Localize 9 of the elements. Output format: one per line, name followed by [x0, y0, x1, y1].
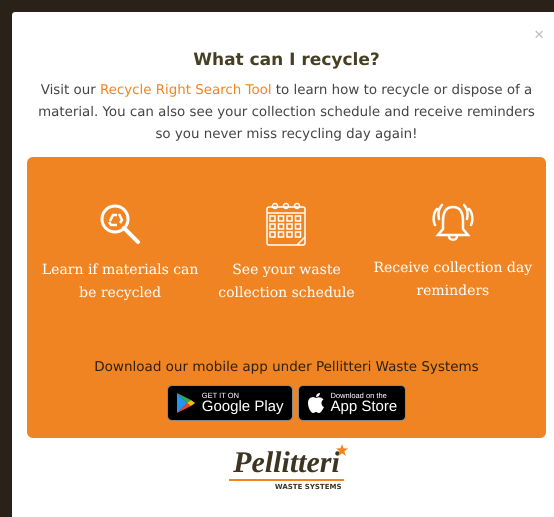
modal-title: What can I recycle? — [192, 50, 381, 70]
apple-icon — [306, 392, 324, 414]
download-text: Download our mobile app under Pellitteri Waste Systems — [94, 359, 479, 375]
play-triangle-icon — [176, 392, 196, 414]
feature-label: Receive collection day reminders — [372, 259, 533, 301]
intro-paragraph: Visit our Recycle Right Search Tool to learn how to recycle or dispose of a material. You can also see your collection schedule and receive reminders so you never miss recycling day again! — [37, 82, 536, 144]
calendar-icon — [265, 201, 308, 247]
feature-label: Learn if materials can be recycled — [40, 261, 200, 303]
feature-label: See your waste collection schedule — [217, 261, 356, 303]
